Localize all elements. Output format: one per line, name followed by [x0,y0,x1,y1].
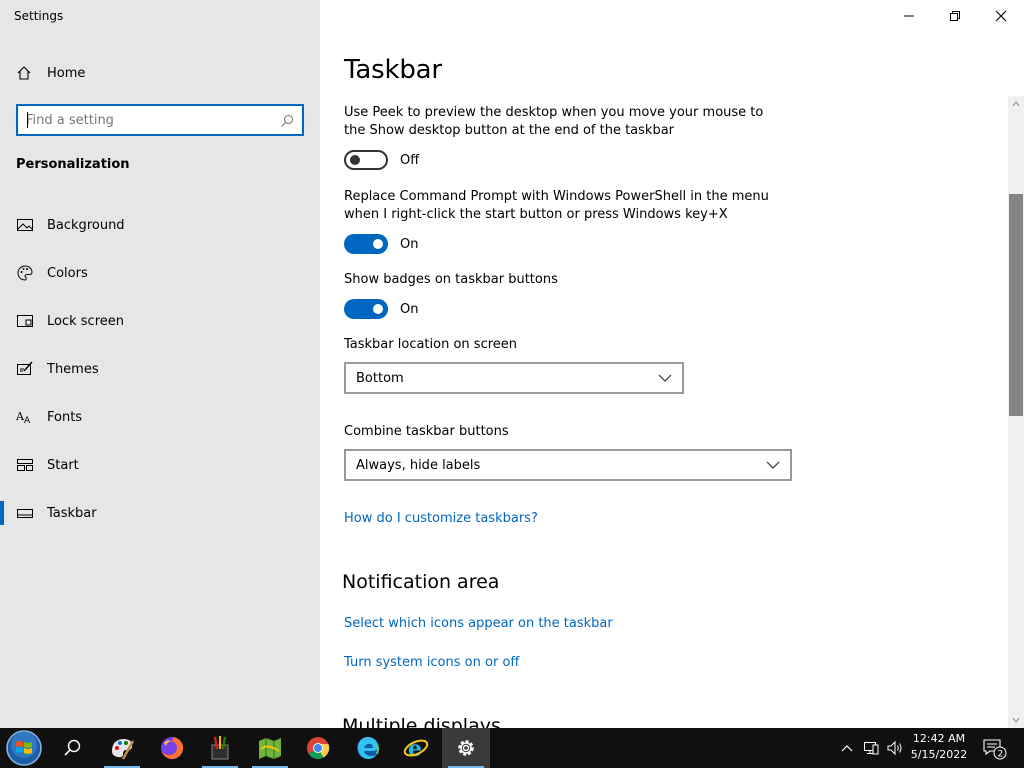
lock-screen-icon [16,312,34,330]
badges-toggle-row: On [344,299,418,319]
sidebar: Settings Home Personalization Background [0,0,320,728]
internet-explorer-icon[interactable]: e [392,728,440,768]
combine-label: Combine taskbar buttons [344,424,509,439]
show-hidden-icons-chevron-icon[interactable] [838,728,856,768]
search-input[interactable] [26,112,280,128]
notification-area-heading: Notification area [342,571,500,593]
sidebar-item-background[interactable]: Background [0,205,320,245]
badges-toggle-state: On [400,301,419,317]
sidebar-item-lock-screen[interactable]: Lock screen [0,301,320,341]
powershell-toggle[interactable] [344,234,388,254]
taskbar-clock[interactable]: 12:42 AM 5/15/2022 [904,731,974,763]
search-box[interactable] [16,104,304,136]
office-icon[interactable] [196,728,244,768]
clock-time: 12:42 AM [912,732,966,745]
paint-icon[interactable] [98,728,146,768]
window-title: Settings [14,9,64,23]
fonts-icon: AA [16,408,34,426]
main-content: Taskbar Use Peek to preview the desktop … [320,0,1008,728]
chevron-down-icon [658,374,672,382]
section-title: Personalization [16,157,130,172]
sidebar-item-label: Fonts [47,409,83,425]
toggle-knob [350,155,360,165]
scroll-down-arrow-icon[interactable] [1008,712,1024,728]
home-nav-item[interactable]: Home [16,62,85,84]
text-caret [27,112,28,128]
customize-taskbars-link[interactable]: How do I customize taskbars? [344,511,538,526]
settings-gear-icon[interactable] [442,728,490,768]
scroll-up-arrow-icon[interactable] [1008,96,1024,112]
powershell-toggle-row: On [344,234,418,254]
toggle-knob [373,239,383,249]
toggle-knob [373,304,383,314]
network-icon[interactable] [860,728,882,768]
sidebar-item-label: Background [47,217,125,233]
picture-icon [16,216,34,234]
page-title: Taskbar [344,55,442,85]
location-label: Taskbar location on screen [344,337,518,352]
multiple-displays-heading: Multiple displays [342,715,501,728]
combine-dropdown-value: Always, hide labels [356,457,481,473]
sidebar-item-label: Themes [47,361,99,377]
select-icons-link[interactable]: Select which icons appear on the taskbar [344,616,613,631]
sidebar-item-label: Colors [47,265,88,281]
powershell-description: Replace Command Prompt with Windows Powe… [344,189,769,222]
themes-icon [16,360,34,378]
chrome-icon[interactable] [294,728,342,768]
svg-text:A: A [24,416,31,426]
badges-toggle[interactable] [344,299,388,319]
badges-description: Show badges on taskbar buttons [344,272,558,287]
search-icon[interactable] [48,728,96,768]
sidebar-item-label: Start [47,457,79,473]
sidebar-item-taskbar[interactable]: Taskbar [0,493,320,533]
scrollbar-thumb[interactable] [1009,194,1023,416]
start-orb-icon[interactable] [0,728,48,768]
palette-icon [16,264,34,282]
clock-date: 5/15/2022 [910,748,968,761]
windows-taskbar: e 12:42 AM 5/15/2022 2 [0,728,1024,768]
taskbar-icon [16,504,34,522]
volume-icon[interactable] [884,728,906,768]
sidebar-item-start[interactable]: Start [0,445,320,485]
sidebar-item-themes[interactable]: Themes [0,349,320,389]
search-icon[interactable] [280,113,294,127]
maps-icon[interactable] [246,728,294,768]
peek-toggle[interactable] [344,150,388,170]
start-icon [16,456,34,474]
peek-description: Use Peek to preview the desktop when you… [344,105,764,138]
combine-dropdown[interactable]: Always, hide labels [344,449,792,481]
sidebar-item-label: Lock screen [47,313,124,329]
notification-count: 2 [998,750,1004,760]
chevron-down-icon [766,461,780,469]
powershell-toggle-state: On [400,236,419,252]
peek-toggle-state: Off [400,152,420,168]
vertical-scrollbar[interactable] [1008,96,1024,728]
location-dropdown-value: Bottom [356,370,404,386]
home-label: Home [47,65,86,81]
system-icons-link[interactable]: Turn system icons on or off [344,655,519,670]
firefox-icon[interactable] [148,728,196,768]
action-center-icon[interactable]: 2 [978,728,1010,768]
peek-toggle-row: Off [344,150,419,170]
sidebar-item-fonts[interactable]: AA Fonts [0,397,320,437]
settings-window: Settings Home Personalization Background [0,0,1024,728]
sidebar-item-colors[interactable]: Colors [0,253,320,293]
sidebar-item-label: Taskbar [47,505,97,521]
location-dropdown[interactable]: Bottom [344,362,684,394]
edge-icon[interactable] [344,728,392,768]
home-icon [16,65,32,81]
